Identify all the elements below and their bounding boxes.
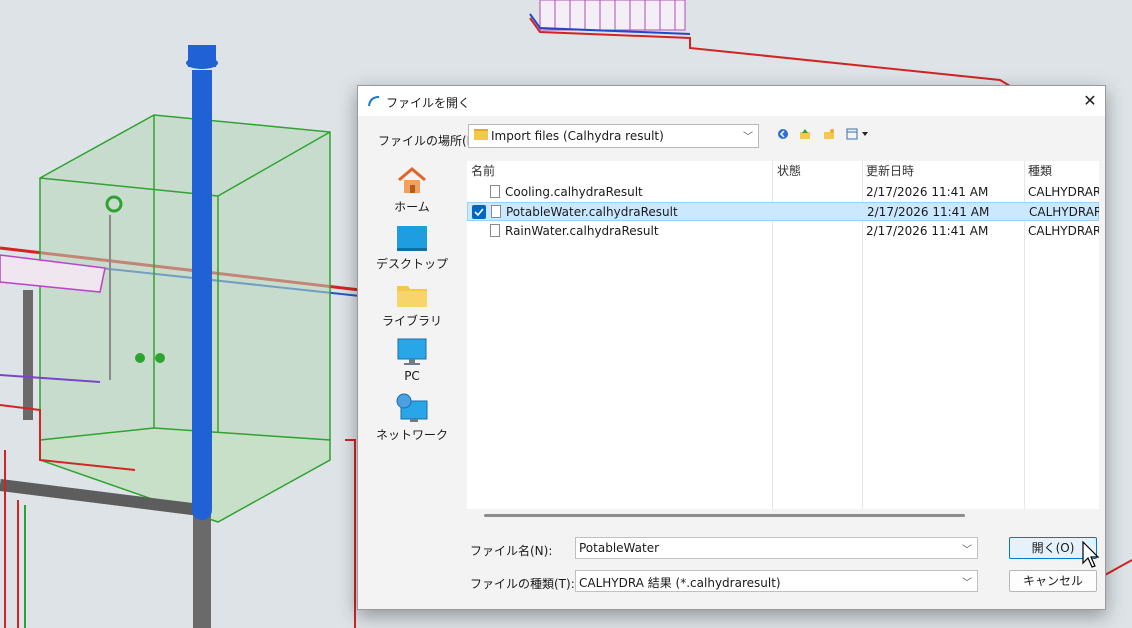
- file-modified: 2/17/2026 11:41 AM: [866, 185, 989, 199]
- library-icon: [397, 286, 427, 307]
- sidebar-item-home[interactable]: ホーム: [366, 161, 458, 214]
- file-row[interactable]: RainWater.calhydraResult 2/17/2026 11:41…: [467, 222, 1099, 241]
- column-header-type[interactable]: 種類: [1028, 161, 1052, 181]
- column-header-status[interactable]: 状態: [777, 161, 801, 181]
- column-header-modified[interactable]: 更新日時: [866, 161, 914, 181]
- file-row[interactable]: Cooling.calhydraResult 2/17/2026 11:41 A…: [467, 183, 1099, 202]
- chevron-down-icon[interactable]: ﹀: [962, 541, 972, 556]
- filetype-label: ファイルの種類(T):: [470, 577, 575, 591]
- back-button[interactable]: [775, 126, 791, 142]
- sidebar-item-pc[interactable]: PC: [366, 332, 458, 384]
- sort-ascending-icon: ^: [615, 161, 624, 168]
- network-icon: [396, 393, 428, 422]
- filename-value: PotableWater: [579, 541, 660, 555]
- cancel-button[interactable]: キャンセル: [1009, 570, 1097, 592]
- location-value: Import files (Calhydra result): [491, 129, 664, 143]
- sidebar-item-network[interactable]: ネットワーク: [366, 389, 458, 442]
- folder-icon: [474, 129, 488, 140]
- file-type: CALHYDRARI: [1028, 224, 1099, 238]
- places-sidebar: ホーム デスクトップ ライブラリ PC ネットワーク: [366, 161, 458, 461]
- pc-icon: [397, 338, 427, 365]
- file-row-selected[interactable]: PotableWater.calhydraResult 2/17/2026 11…: [467, 202, 1099, 221]
- up-folder-button[interactable]: [797, 126, 813, 142]
- sidebar-item-label: デスクトップ: [375, 257, 448, 271]
- file-icon: [490, 224, 500, 237]
- filename-input[interactable]: PotableWater ﹀: [575, 537, 978, 559]
- sidebar-item-label: ホーム: [394, 200, 430, 214]
- app-icon: [368, 96, 380, 107]
- view-menu-icon: [846, 128, 868, 140]
- location-combobox[interactable]: Import files (Calhydra result) ﹀: [468, 124, 759, 148]
- back-icon: [778, 129, 788, 139]
- file-name: PotableWater.calhydraResult: [506, 205, 678, 219]
- desktop-icon: [397, 226, 427, 251]
- close-icon: ✕: [1083, 91, 1097, 110]
- dialog-titlebar: ファイルを開く ✕: [358, 86, 1105, 116]
- new-folder-icon: [824, 129, 834, 139]
- sidebar-item-label: PC: [404, 369, 420, 383]
- file-name: Cooling.calhydraResult: [505, 185, 643, 199]
- close-button[interactable]: ✕: [1079, 90, 1101, 112]
- up-folder-icon: [800, 129, 810, 139]
- file-type: CALHYDRARI: [1028, 185, 1099, 199]
- chevron-down-icon: ﹀: [743, 132, 753, 143]
- sidebar-item-label: ネットワーク: [375, 428, 448, 442]
- file-icon: [491, 205, 501, 218]
- column-header-name[interactable]: 名前: [471, 161, 495, 181]
- sidebar-item-desktop[interactable]: デスクトップ: [366, 218, 458, 271]
- file-list[interactable]: 名前 ^ 状態 更新日時 種類 Cooling.calhydraResult 2…: [467, 161, 1099, 509]
- file-modified: 2/17/2026 11:41 AM: [866, 224, 989, 238]
- location-label: ファイルの場所(I):: [378, 134, 479, 148]
- file-icon: [490, 185, 500, 198]
- new-folder-button[interactable]: [821, 126, 837, 142]
- sidebar-item-library[interactable]: ライブラリ: [366, 275, 458, 328]
- checkbox-checked-icon[interactable]: [472, 205, 486, 219]
- file-type: CALHYDRARI: [1029, 205, 1099, 219]
- home-icon: [398, 167, 426, 193]
- mouse-cursor-icon: [1082, 541, 1100, 568]
- filetype-select[interactable]: CALHYDRA 結果 (*.calhydraresult) ﹀: [575, 570, 978, 592]
- sidebar-item-label: ライブラリ: [381, 314, 442, 328]
- file-name: RainWater.calhydraResult: [505, 224, 659, 238]
- horizontal-scrollbar[interactable]: [484, 514, 965, 517]
- view-menu-button[interactable]: [845, 126, 871, 142]
- filename-label: ファイル名(N):: [470, 544, 553, 558]
- filetype-value: CALHYDRA 結果 (*.calhydraresult): [579, 576, 781, 590]
- dialog-title: ファイルを開く: [386, 96, 471, 110]
- open-file-dialog: ファイルを開く ✕ ファイルの場所(I): Import files (Calh…: [357, 85, 1106, 610]
- file-modified: 2/17/2026 11:41 AM: [867, 205, 990, 219]
- chevron-down-icon: ﹀: [962, 578, 972, 589]
